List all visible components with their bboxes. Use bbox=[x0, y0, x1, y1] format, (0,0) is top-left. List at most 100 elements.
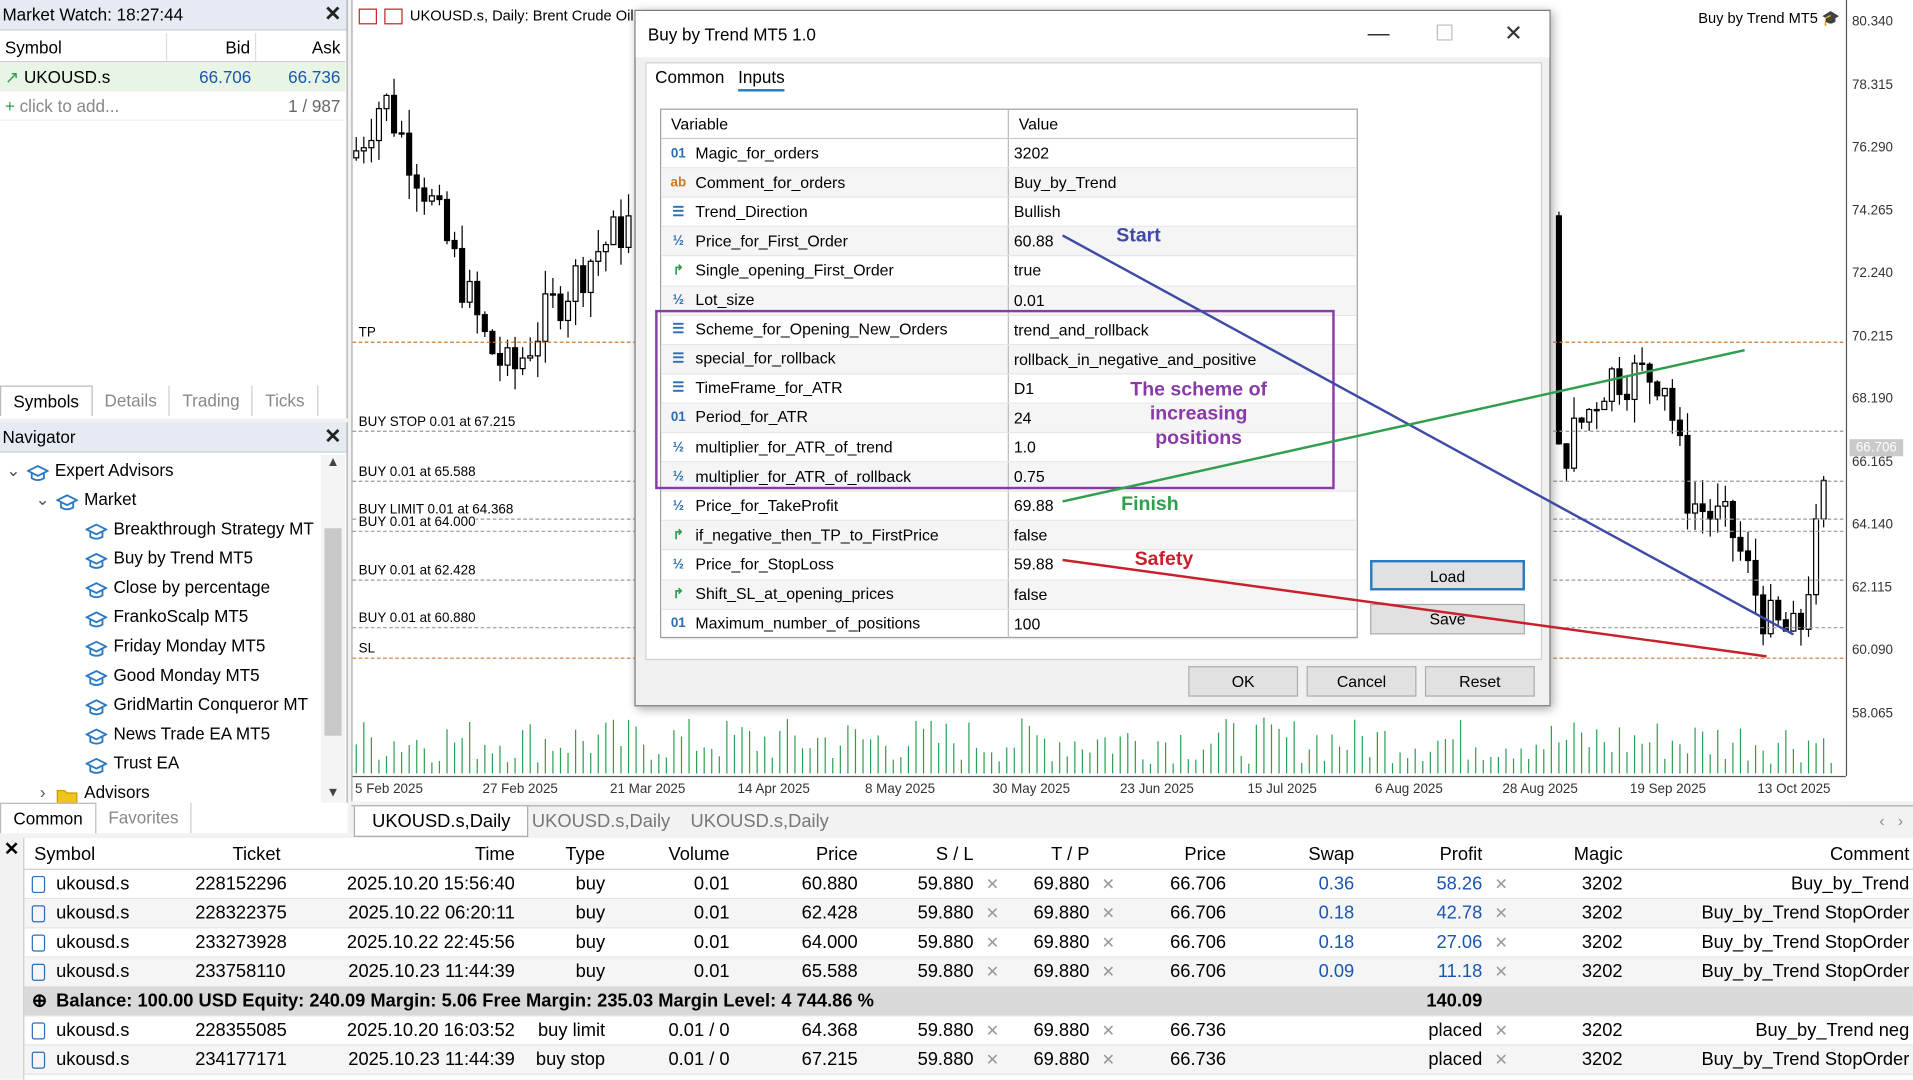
cell-sl: 59.880 bbox=[917, 961, 974, 983]
remove-icon[interactable]: ✕ bbox=[1102, 1046, 1115, 1075]
col-header[interactable]: Type bbox=[488, 841, 605, 870]
col-header[interactable]: Time bbox=[293, 841, 515, 870]
cell-cur: 66.736 bbox=[1170, 1019, 1227, 1041]
col-header[interactable]: Profit bbox=[1360, 841, 1509, 870]
col-header[interactable]: Volume bbox=[610, 841, 730, 870]
remove-icon[interactable]: ✕ bbox=[1102, 1016, 1115, 1045]
cell-type: buy bbox=[575, 932, 606, 953]
cell-swap: 0.36 bbox=[1318, 873, 1355, 895]
col-header[interactable]: Price bbox=[1116, 841, 1226, 870]
cell-magic: 3202 bbox=[1581, 873, 1623, 895]
col-header[interactable]: Magic bbox=[1501, 841, 1623, 870]
cell-profit: placed bbox=[1428, 1049, 1483, 1070]
cell-magic: 3202 bbox=[1581, 932, 1623, 953]
col-header[interactable]: S / L bbox=[878, 841, 1000, 870]
cell-cur: 66.706 bbox=[1170, 961, 1227, 983]
cell-tp: 69.880 bbox=[1033, 902, 1090, 924]
document-icon bbox=[31, 934, 46, 952]
cell-magic: 3202 bbox=[1581, 1049, 1623, 1070]
close-icon[interactable]: ✕ bbox=[0, 838, 23, 860]
cell-ticket: 228322375 bbox=[195, 902, 287, 924]
cell-symbol: ukousd.s bbox=[56, 1019, 130, 1041]
order-row[interactable]: ukousd.s 234177171 2025.10.23 11:44:39 buy … bbox=[24, 1045, 1913, 1075]
total-profit: 140.09 bbox=[1426, 990, 1483, 1012]
remove-icon[interactable]: ✕ bbox=[1102, 870, 1115, 899]
cell-price: 62.428 bbox=[801, 902, 858, 924]
cell-tp: 69.880 bbox=[1033, 873, 1090, 895]
cell-comment: Buy_by_Trend StopOrder bbox=[1701, 961, 1910, 983]
document-icon bbox=[31, 875, 46, 894]
cell-time: 2025.10.23 11:44:39 bbox=[348, 961, 515, 983]
cell-type: buy bbox=[575, 961, 606, 983]
cell-price: 67.215 bbox=[801, 1049, 858, 1070]
cell-cur: 66.706 bbox=[1170, 902, 1227, 924]
cell-symbol: ukousd.s bbox=[56, 1049, 130, 1070]
cell-time: 2025.10.20 15:56:40 bbox=[346, 873, 515, 895]
position-row[interactable]: ukousd.s 233273928 2025.10.22 22:45:56 buy 0… bbox=[24, 928, 1913, 958]
cell-volume: 0.01 bbox=[693, 932, 730, 953]
cell-comment: Buy_by_Trend StopOrder bbox=[1701, 902, 1910, 924]
cell-tp: 69.880 bbox=[1033, 932, 1090, 953]
safety-line bbox=[1062, 558, 1767, 658]
cell-swap: 0.18 bbox=[1318, 932, 1355, 953]
cell-type: buy limit bbox=[538, 1019, 606, 1041]
cell-volume: 0.01 bbox=[693, 873, 730, 895]
cell-sl: 59.880 bbox=[917, 1019, 974, 1041]
cell-profit: 27.06 bbox=[1436, 932, 1483, 953]
cell-sl: 59.880 bbox=[917, 902, 974, 924]
col-header[interactable]: Price bbox=[738, 841, 858, 870]
col-header[interactable]: T / P bbox=[994, 841, 1116, 870]
document-icon bbox=[31, 1051, 46, 1069]
remove-icon[interactable]: ✕ bbox=[1102, 958, 1115, 987]
cell-magic: 3202 bbox=[1581, 1019, 1623, 1041]
safety-annotation: Safety bbox=[1134, 549, 1194, 570]
cell-price: 64.000 bbox=[801, 932, 858, 953]
cell-swap: 0.18 bbox=[1318, 902, 1355, 924]
cell-type: buy bbox=[575, 902, 606, 924]
scheme-annotation: The scheme of increasing positions bbox=[1130, 379, 1267, 449]
cell-comment: Buy_by_Trend StopOrder bbox=[1701, 1049, 1910, 1070]
cell-time: 2025.10.23 11:44:39 bbox=[348, 1049, 515, 1070]
position-row[interactable]: ukousd.s 228322375 2025.10.22 06:20:11 buy 0… bbox=[24, 899, 1913, 929]
col-header[interactable]: Comment bbox=[1629, 841, 1909, 870]
trade-header-row: Symbol Ticket Time Type Volume Price S / LT / … bbox=[24, 841, 1913, 870]
col-header[interactable]: Symbol bbox=[34, 841, 180, 870]
cell-ticket: 234177171 bbox=[195, 1049, 287, 1070]
cell-volume: 0.01 / 0 bbox=[668, 1019, 730, 1041]
col-header[interactable]: Swap bbox=[1226, 841, 1354, 870]
cell-profit: 42.78 bbox=[1436, 902, 1483, 924]
cell-tp: 69.880 bbox=[1033, 961, 1090, 983]
cell-time: 2025.10.20 16:03:52 bbox=[346, 1019, 515, 1041]
cell-time: 2025.10.22 06:20:11 bbox=[348, 902, 515, 924]
trade-panel: ✕ Symbol Ticket Time Type Volume Price S / LT … bbox=[0, 838, 1913, 1080]
col-header[interactable]: Ticket bbox=[195, 841, 280, 870]
cell-ticket: 228152296 bbox=[195, 873, 287, 895]
cell-type: buy stop bbox=[535, 1049, 606, 1070]
cell-magic: 3202 bbox=[1581, 961, 1623, 983]
document-icon bbox=[31, 905, 46, 923]
plus-circle-icon[interactable]: ⊕ bbox=[32, 987, 47, 1016]
position-row[interactable]: ukousd.s 233758110 2025.10.23 11:44:39 buy 0… bbox=[24, 957, 1913, 987]
start-annotation: Start bbox=[1116, 225, 1161, 247]
cell-price: 64.368 bbox=[801, 1019, 858, 1041]
cell-type: buy bbox=[575, 873, 606, 895]
cell-sl: 59.880 bbox=[917, 873, 974, 895]
remove-icon[interactable]: ✕ bbox=[1102, 928, 1115, 957]
remove-icon[interactable]: ✕ bbox=[1102, 899, 1115, 928]
balance-row: ⊕ Balance: 100.00 USD Equity: 240.09 Marg… bbox=[24, 986, 1913, 1017]
cell-comment: Buy_by_Trend bbox=[1790, 873, 1910, 895]
cell-volume: 0.01 bbox=[693, 902, 730, 924]
terminal-window: Market Watch: 18:27:44 ✕ Symbol Bid Ask ↗… bbox=[0, 0, 1913, 1080]
cell-volume: 0.01 / 0 bbox=[668, 1049, 730, 1070]
cell-volume: 0.01 bbox=[693, 961, 730, 983]
cell-symbol: ukousd.s bbox=[56, 961, 130, 983]
cell-magic: 3202 bbox=[1581, 902, 1623, 924]
cell-symbol: ukousd.s bbox=[56, 902, 130, 924]
position-row[interactable]: ukousd.s 228152296 2025.10.20 15:56:40 buy 0… bbox=[24, 870, 1913, 900]
document-icon bbox=[31, 1022, 46, 1040]
cell-ticket: 233273928 bbox=[195, 932, 287, 953]
order-row[interactable]: ukousd.s 228355085 2025.10.20 16:03:52 buy … bbox=[24, 1016, 1913, 1046]
cell-cur: 66.706 bbox=[1170, 873, 1227, 895]
cell-cur: 66.736 bbox=[1170, 1049, 1227, 1070]
cell-tp: 69.880 bbox=[1033, 1019, 1090, 1041]
